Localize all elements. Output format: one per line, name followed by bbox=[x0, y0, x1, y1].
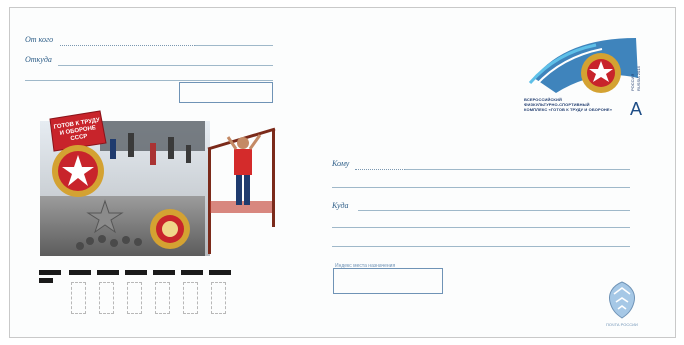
from-line bbox=[195, 45, 273, 46]
address-line-3 bbox=[332, 227, 630, 228]
address-line-1 bbox=[25, 80, 273, 81]
postcode-digit-cell bbox=[183, 282, 198, 314]
postcode-digit-cell bbox=[71, 282, 86, 314]
from-where-label: Откуда bbox=[25, 55, 52, 64]
postcode-digit-cell bbox=[155, 282, 170, 314]
stamp-denomination: A bbox=[630, 99, 643, 119]
postcode-bar bbox=[125, 270, 147, 275]
postcode-bar bbox=[181, 270, 203, 275]
postcode-bar bbox=[69, 270, 91, 275]
postcode-digit-cell bbox=[211, 282, 226, 314]
emblem-caption: ПОЧТА РОССИИ bbox=[606, 322, 638, 327]
to-label: Кому bbox=[332, 159, 350, 168]
to-where-label: Куда bbox=[332, 201, 349, 210]
stamp-year: RUSSIA 2014 bbox=[636, 66, 641, 91]
postcode-bar bbox=[97, 270, 119, 275]
to-dotted-line bbox=[355, 169, 405, 170]
from-where-line bbox=[58, 65, 273, 66]
postcode-bar bbox=[209, 270, 231, 275]
postcode-bar bbox=[153, 270, 175, 275]
postcode-digit-cell bbox=[127, 282, 142, 314]
to-line bbox=[405, 169, 630, 170]
sender-postcode-box bbox=[179, 82, 273, 103]
stamp-caption-3: КОМПЛЕКС «ГОТОВ К ТРУДУ И ОБОРОНЕ» bbox=[524, 107, 613, 112]
postage-stamp: ГТО ВСЕРОССИЙСКИЙ ФИЗКУЛЬТУРНО-СПОРТИВНЫ… bbox=[524, 33, 646, 121]
illustration: ГОТОВ К ТРУДУ И ОБОРОНЕ СССР bbox=[40, 101, 285, 256]
postcode-digit-cell bbox=[99, 282, 114, 314]
envelope: От кого Откуда ГОТОВ К ТРУДУ И ОБОРОНЕ С… bbox=[9, 7, 676, 338]
address-line-2 bbox=[332, 187, 630, 188]
to-where-line bbox=[358, 210, 630, 211]
russian-post-emblem-icon: ПОЧТА РОССИИ bbox=[602, 278, 642, 327]
postcode-bar bbox=[39, 270, 61, 275]
from-label: От кого bbox=[25, 35, 54, 44]
address-line-4 bbox=[332, 246, 630, 247]
from-dotted-line bbox=[60, 45, 195, 46]
stamp-country: РОССИЯ bbox=[630, 73, 635, 91]
stamp-badge-text: ГТО bbox=[594, 69, 604, 75]
pull-up-athlete-icon bbox=[207, 127, 276, 254]
recipient-postcode-box bbox=[333, 268, 443, 294]
postcode-bar bbox=[39, 278, 53, 283]
